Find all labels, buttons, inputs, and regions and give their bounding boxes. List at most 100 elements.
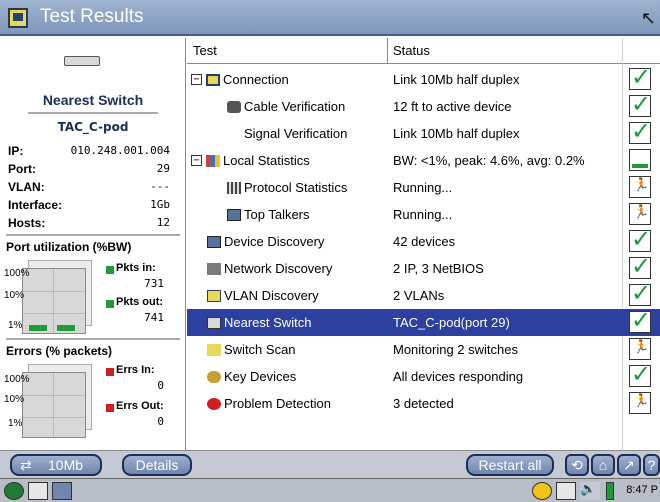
hosts-field: Hosts: 12	[8, 216, 170, 230]
help-icon[interactable]: ?	[643, 454, 660, 476]
test-name: Problem Detection	[224, 396, 331, 411]
battery-icon	[606, 482, 614, 500]
port-field: Port: 29	[8, 162, 170, 176]
axis-label: 10%	[4, 290, 25, 301]
window-icon[interactable]	[52, 482, 72, 500]
errs-out-label: Errs Out:	[116, 400, 164, 412]
clipboard-icon[interactable]	[556, 482, 576, 500]
table-row[interactable]: Network Discovery 2 IP, 3 NetBIOS	[187, 252, 660, 282]
test-cell[interactable]: Protocol Statistics	[227, 180, 347, 195]
table-row[interactable]: Cable Verification 12 ft to active device	[187, 90, 660, 120]
help-cursor-icon[interactable]: ↖	[641, 8, 656, 29]
pkts-out-bar	[57, 325, 75, 331]
cable-icon	[227, 100, 241, 113]
pass-check-icon[interactable]	[629, 90, 651, 118]
status-cell: All devices responding	[393, 369, 524, 384]
device-name: TAC_C-pod	[57, 120, 129, 134]
volume-icon[interactable]: 🔈	[580, 482, 600, 500]
table-row[interactable]: VLAN Discovery 2 VLANs	[187, 279, 660, 309]
restart-all-button[interactable]: Restart all	[466, 454, 554, 476]
start-icon[interactable]	[4, 482, 24, 500]
status-icon[interactable]	[532, 482, 552, 500]
test-cell[interactable]: − Local Statistics	[191, 153, 310, 168]
link-speed-button[interactable]: ⇄ 10Mb	[10, 454, 102, 476]
test-cell[interactable]: Nearest Switch	[207, 315, 311, 330]
pass-check-icon[interactable]	[629, 117, 651, 145]
table-row[interactable]: Top Talkers Running... 🏃	[187, 201, 660, 228]
tools-icon[interactable]: ↗	[617, 454, 641, 476]
pkts-in-swatch	[106, 266, 114, 274]
running-icon[interactable]: 🏃	[629, 176, 651, 198]
pass-check-icon[interactable]	[629, 360, 651, 388]
table-row[interactable]: Device Discovery 42 devices	[187, 225, 660, 255]
collapse-icon[interactable]: −	[191, 155, 202, 166]
test-name: Device Discovery	[224, 234, 325, 249]
test-cell[interactable]: Cable Verification	[227, 99, 345, 114]
status-cell: Running...	[393, 180, 453, 195]
test-cell[interactable]: − Connection	[191, 72, 289, 87]
test-cell[interactable]: Problem Detection	[207, 396, 331, 411]
test-name: Switch Scan	[224, 342, 296, 357]
heading-divider	[28, 112, 158, 114]
running-icon[interactable]: 🏃	[629, 338, 651, 360]
collapse-icon[interactable]: −	[191, 74, 202, 85]
table-row[interactable]: Problem Detection 3 detected 🏃	[187, 390, 660, 417]
table-row[interactable]: Key Devices All devices responding	[187, 360, 660, 390]
progress-icon[interactable]	[629, 149, 651, 171]
device-heading: Nearest Switch	[42, 92, 144, 108]
column-header-test[interactable]: Test	[193, 43, 217, 58]
status-cell: 12 ft to active device	[393, 99, 512, 114]
test-name: Network Discovery	[224, 261, 333, 276]
running-icon[interactable]: 🏃	[629, 392, 651, 414]
pass-check-icon[interactable]	[629, 306, 651, 334]
test-cell[interactable]: Network Discovery	[207, 261, 332, 276]
taskbar: 🔈 8:47 P	[0, 478, 660, 502]
axis-label: 1%	[8, 418, 23, 429]
test-name: Top Talkers	[244, 207, 310, 222]
table-row[interactable]: Switch Scan Monitoring 2 switches 🏃	[187, 336, 660, 363]
pass-check-icon[interactable]	[629, 279, 651, 307]
table-row[interactable]: − Connection Link 10Mb half duplex	[187, 63, 660, 93]
app-icon[interactable]	[8, 8, 28, 28]
interface-field: Interface: 1Gb	[8, 198, 170, 212]
errors-gauge	[22, 372, 86, 438]
test-cell[interactable]: Signal Verification	[227, 126, 347, 141]
running-icon[interactable]: 🏃	[629, 203, 651, 225]
test-cell[interactable]: Top Talkers	[227, 207, 310, 222]
table-row[interactable]: − Local Statistics BW: <1%, peak: 4.6%, av…	[187, 147, 660, 174]
pass-check-icon[interactable]	[629, 225, 651, 253]
status-cell: TAC_C-pod(port 29)	[393, 315, 510, 330]
network-icon	[207, 262, 221, 275]
port-utilization-title: Port utilization (%BW)	[6, 240, 132, 254]
pkts-in-bar	[29, 325, 47, 331]
home-icon[interactable]: ⌂	[591, 454, 615, 476]
title-bar: Test Results ↖	[0, 0, 660, 36]
divider	[6, 234, 180, 236]
details-button[interactable]: Details	[122, 454, 192, 476]
errs-out-swatch	[106, 404, 114, 412]
status-cell: 3 detected	[393, 396, 454, 411]
vlan-icon	[207, 289, 221, 302]
test-cell[interactable]: Device Discovery	[207, 234, 324, 249]
table-row[interactable]: Protocol Statistics Running... 🏃	[187, 174, 660, 201]
table-row[interactable]: Signal Verification Link 10Mb half duplex	[187, 117, 660, 147]
back-icon[interactable]: ⟲	[565, 454, 589, 476]
pass-check-icon[interactable]	[629, 63, 651, 91]
table-row[interactable]: Nearest Switch TAC_C-pod(port 29)	[187, 306, 660, 336]
test-cell[interactable]: Switch Scan	[207, 342, 296, 357]
pass-check-icon[interactable]	[629, 252, 651, 280]
keyboard-icon[interactable]	[28, 482, 48, 500]
vlan-field: VLAN: ---	[8, 180, 170, 194]
test-cell[interactable]: VLAN Discovery	[207, 288, 319, 303]
pkts-in-label: Pkts in:	[116, 262, 156, 274]
problem-icon	[207, 397, 221, 410]
axis-label: 100%	[4, 374, 30, 385]
errs-out-value: 0	[157, 415, 164, 428]
column-header-status[interactable]: Status	[393, 43, 430, 58]
test-cell[interactable]: Key Devices	[207, 369, 296, 384]
switch-icon	[64, 56, 100, 66]
axis-label: 1%	[8, 320, 23, 331]
signal-icon	[227, 127, 241, 140]
errs-in-value: 0	[157, 379, 164, 392]
status-cell: 2 VLANs	[393, 288, 445, 303]
